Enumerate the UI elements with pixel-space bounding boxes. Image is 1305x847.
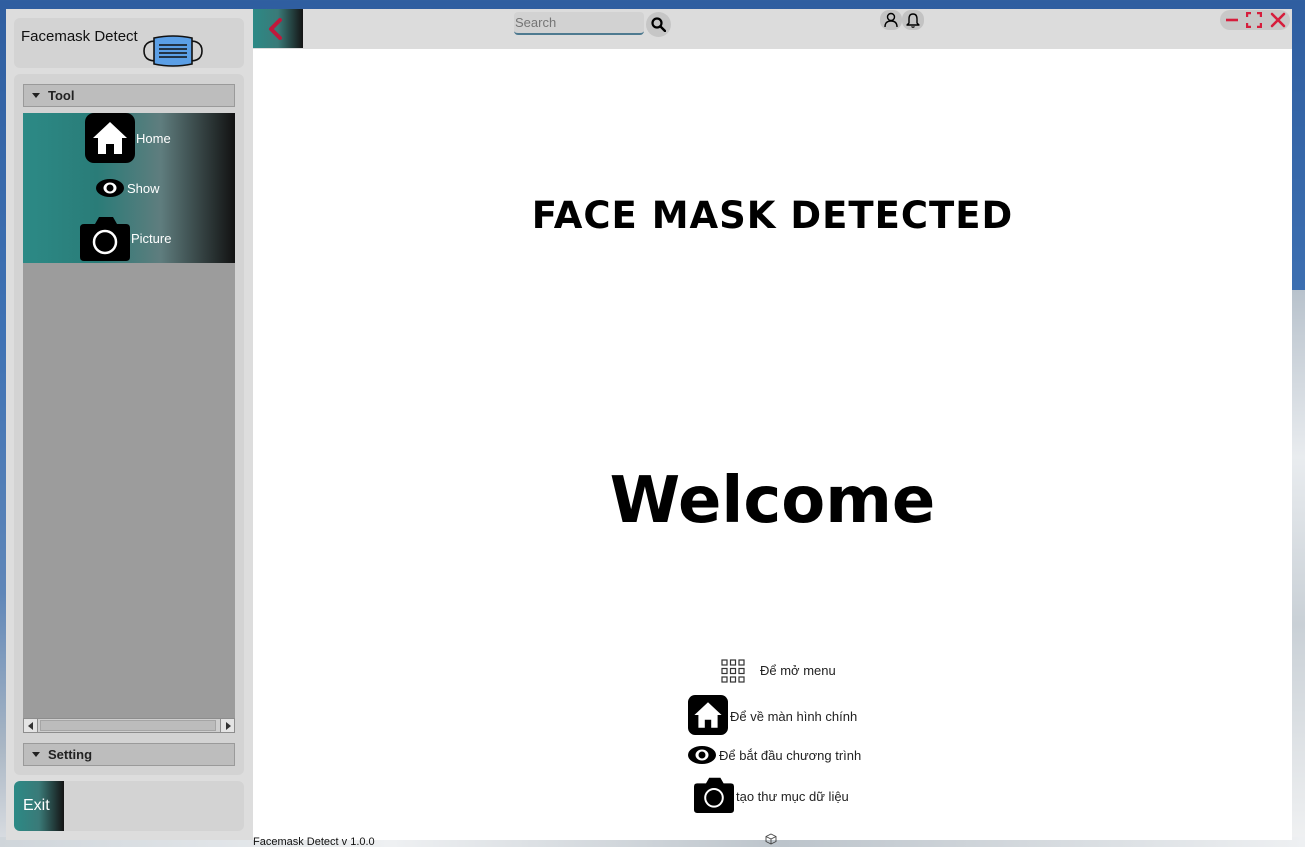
app-window: Facemask Detect Tool Home Show Picture S… xyxy=(6,9,1292,847)
grid-menu-icon xyxy=(721,659,745,683)
sidebar-item-label: Home xyxy=(136,131,171,146)
maximize-icon xyxy=(1245,11,1263,29)
legend-text: Để mở menu xyxy=(760,663,836,678)
minimize-button[interactable] xyxy=(1224,12,1240,33)
minimize-icon xyxy=(1226,18,1238,22)
bell-icon xyxy=(906,13,920,28)
sidebar-item-picture[interactable]: Picture xyxy=(23,213,235,263)
close-icon xyxy=(1270,12,1286,28)
desktop-background-snow xyxy=(1291,290,1305,847)
sidebar-panel: Tool Home Show Picture Setting xyxy=(14,74,244,775)
back-button[interactable] xyxy=(253,9,303,48)
legend-text: Để về màn hình chính xyxy=(730,709,858,724)
horizontal-scrollbar[interactable] xyxy=(23,718,235,733)
user-button[interactable] xyxy=(880,10,902,30)
home-icon xyxy=(688,695,728,735)
collapse-arrow-icon xyxy=(32,93,40,98)
sidebar-item-home[interactable]: Home xyxy=(23,113,235,163)
sidebar-item-label: Picture xyxy=(131,231,172,246)
search-button[interactable] xyxy=(646,12,671,37)
welcome-heading: Welcome xyxy=(609,464,936,538)
scroll-thumb[interactable] xyxy=(40,720,216,731)
exit-button[interactable]: Exit xyxy=(14,781,64,831)
legend-text: Để bắt đầu chương trình xyxy=(719,748,862,763)
user-icon xyxy=(884,12,898,28)
legend-text: tạo thư mục dữ liệu xyxy=(736,789,849,804)
eye-icon xyxy=(96,179,124,197)
search-icon xyxy=(651,17,666,32)
camera-icon xyxy=(80,217,130,261)
exit-panel: Exit xyxy=(14,781,244,831)
camera-icon xyxy=(694,777,734,813)
legend-item-menu: Để mở menu xyxy=(721,658,921,684)
back-arrow-icon xyxy=(269,18,282,40)
sidebar-item-label: Show xyxy=(127,181,160,196)
face-mask-icon xyxy=(143,35,203,67)
main-content: FACE MASK DETECTED Welcome Để mở menu Để… xyxy=(253,49,1292,847)
search-input[interactable] xyxy=(514,12,644,35)
collapse-arrow-icon xyxy=(32,752,40,757)
legend-item-camera: tạo thư mục dữ liệu xyxy=(694,777,934,813)
scroll-left-button[interactable] xyxy=(24,719,38,732)
close-button[interactable] xyxy=(1270,12,1286,33)
window-controls xyxy=(1220,10,1290,30)
legend-item-home: Để về màn hình chính xyxy=(688,695,948,735)
cube-icon xyxy=(765,833,777,845)
legend-item-eye: Để bắt đầu chương trình xyxy=(687,744,967,766)
maximize-button[interactable] xyxy=(1245,11,1263,33)
tool-section-label: Tool xyxy=(48,88,75,103)
eye-icon xyxy=(688,746,716,764)
top-bar xyxy=(253,9,1292,49)
hero-title: FACE MASK DETECTED xyxy=(531,194,1014,237)
home-icon xyxy=(85,113,135,163)
app-title: Facemask Detect xyxy=(21,28,138,45)
sidebar-item-show[interactable]: Show xyxy=(23,163,235,213)
scroll-right-button[interactable] xyxy=(220,719,234,732)
brand-panel: Facemask Detect xyxy=(14,18,244,68)
tool-section-header[interactable]: Tool xyxy=(23,84,235,107)
tool-list: Home Show Picture xyxy=(23,113,235,733)
setting-section-label: Setting xyxy=(48,747,93,762)
setting-section-header[interactable]: Setting xyxy=(23,743,235,766)
version-label: Facemask Detect v 1.0.0 xyxy=(253,836,375,847)
notifications-button[interactable] xyxy=(902,10,924,30)
